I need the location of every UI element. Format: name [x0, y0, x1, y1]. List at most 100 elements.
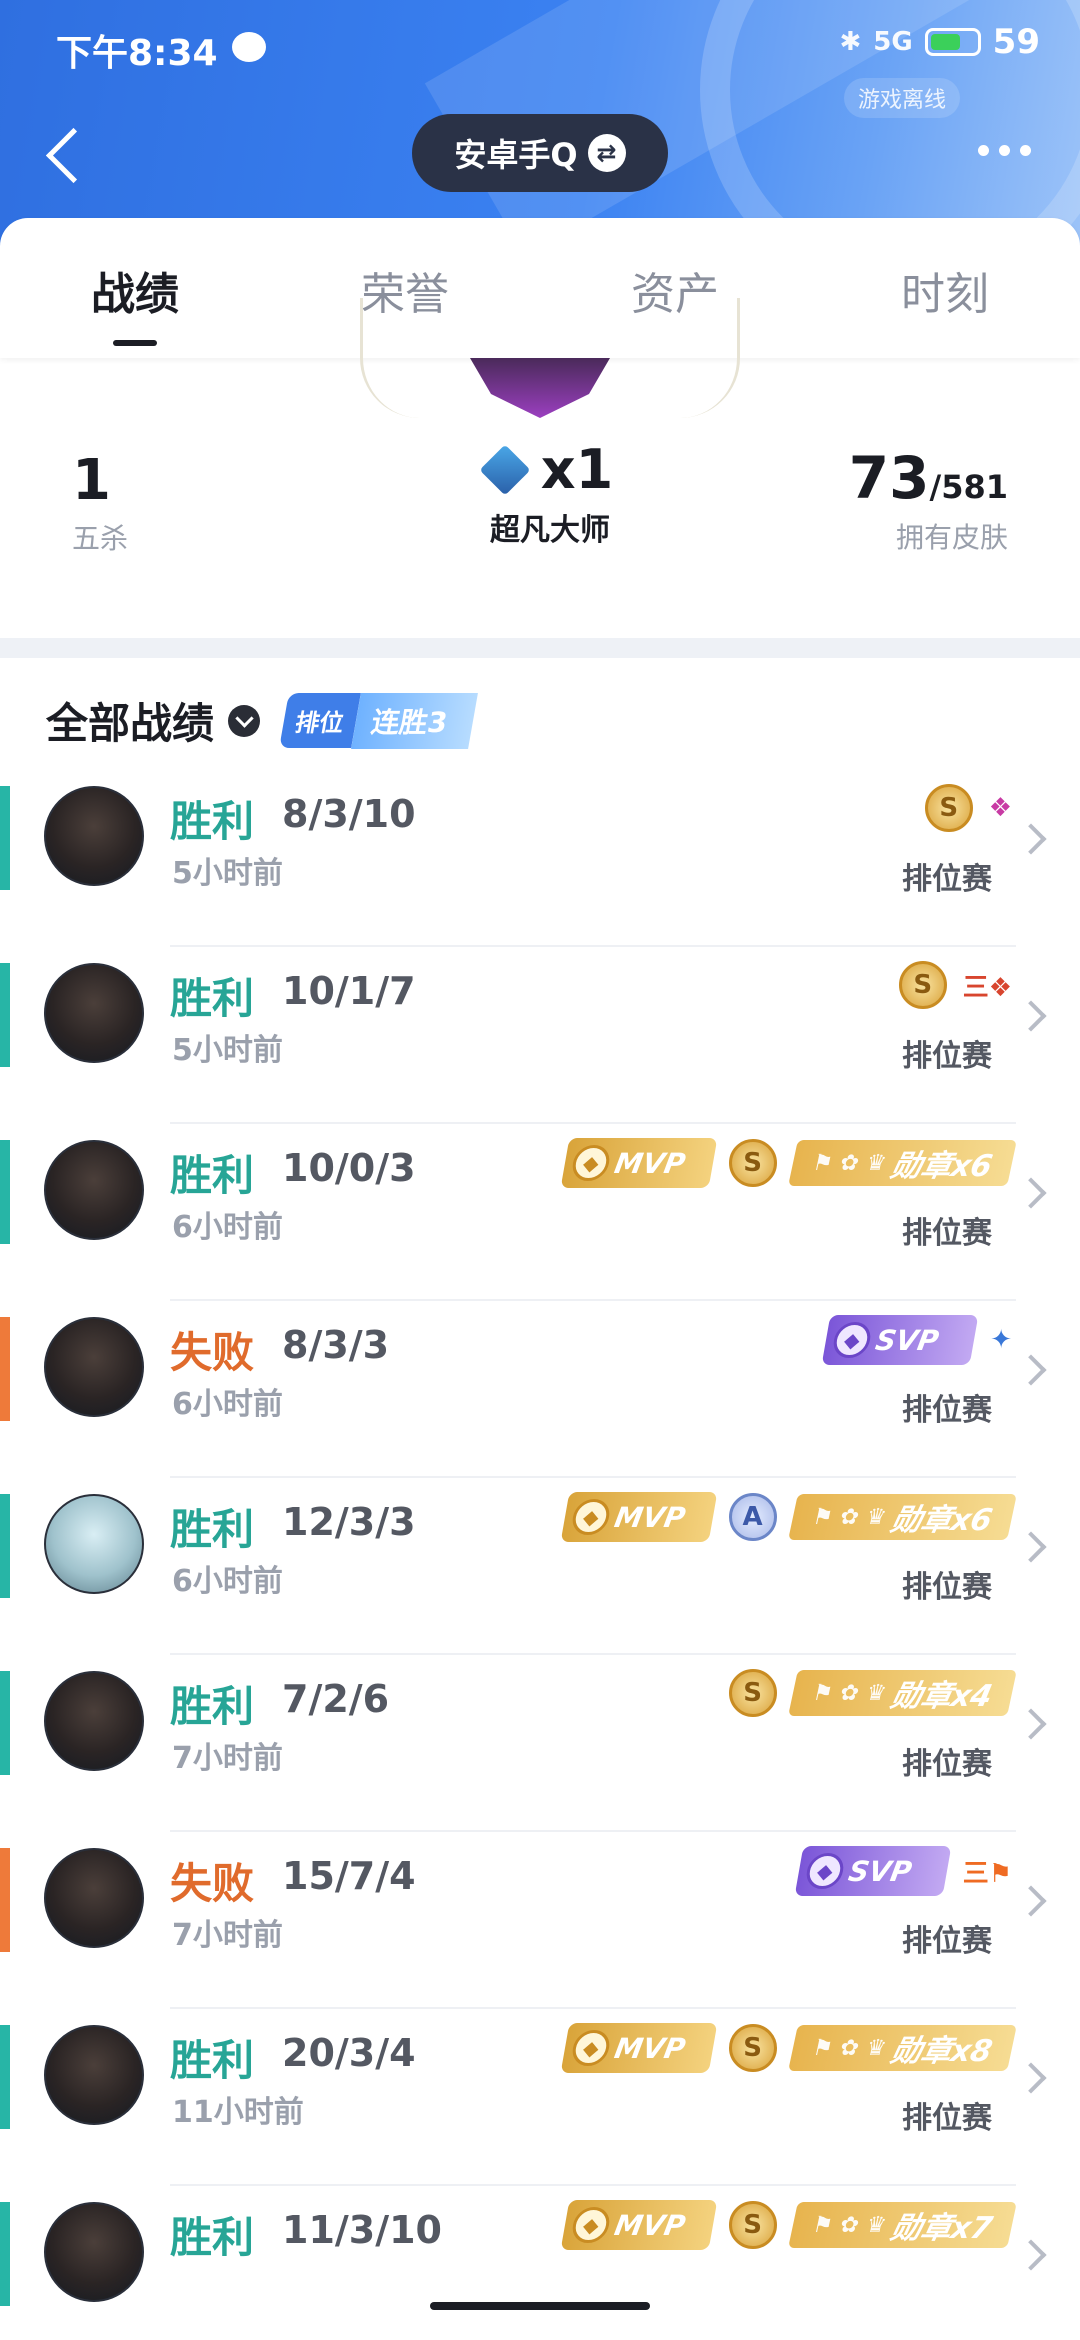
rank-emblem — [470, 358, 610, 418]
mvp-coin-icon: ◆ — [569, 2207, 612, 2243]
match-time: 11小时前 — [172, 2095, 304, 2130]
match-mode: 排位赛 — [902, 1393, 992, 1428]
tab-assets[interactable]: 资产 — [540, 218, 810, 358]
medal-badge: ⚑ ✿ ♛ 勋章x7 — [787, 2202, 1017, 2248]
hero-avatar — [44, 963, 144, 1063]
result-indicator-bar — [0, 1317, 10, 1421]
skins-stat[interactable]: 73/581 拥有皮肤 — [849, 444, 1008, 556]
result-indicator-bar — [0, 1671, 10, 1775]
svp-badge: ◆ SVP — [821, 1315, 979, 1365]
match-result: 胜利 — [170, 2213, 255, 2262]
svp-badge: ◆ SVP — [794, 1846, 952, 1896]
achievement-icon: ❖ — [988, 793, 1012, 823]
match-list: 胜利 8/3/10 5小时前 S ❖ 排位赛 胜利 10/1/7 5小时前 S 三❖… — [0, 770, 1080, 2340]
match-badges: ◆ MVP S ⚑ ✿ ♛ 勋章x7 — [560, 2200, 1017, 2250]
medal-badge: ⚑ ✿ ♛ 勋章x8 — [787, 2025, 1017, 2071]
result-indicator-bar — [0, 1140, 10, 1244]
hero-avatar — [44, 1317, 144, 1417]
grade-badge: A — [728, 1493, 777, 1541]
match-row[interactable]: 胜利 10/0/3 6小时前 ◆ MVP S ⚑ ✿ ♛ 勋章x6 排位赛 — [0, 1124, 1080, 1301]
mvp-badge: ◆ MVP — [560, 1492, 717, 1542]
mvp-badge: ◆ MVP — [560, 1138, 717, 1188]
back-button[interactable] — [40, 118, 100, 188]
grade-badge: S — [728, 2201, 777, 2249]
grade-badge: S — [728, 1139, 777, 1187]
match-kda: 12/3/3 — [282, 1500, 416, 1544]
more-options-button[interactable] — [964, 130, 1044, 170]
medal-badge: ⚑ ✿ ♛ 勋章x4 — [787, 1670, 1017, 1716]
mvp-coin-icon: ◆ — [569, 1145, 612, 1181]
mvp-coin-icon: ◆ — [569, 1499, 612, 1535]
match-row[interactable]: 胜利 12/3/3 6小时前 ◆ MVP A ⚑ ✿ ♛ 勋章x6 排位赛 — [0, 1478, 1080, 1655]
achievement-icon: 三❖ — [962, 972, 1012, 1003]
win-streak-badge: 排位 连胜3 — [279, 692, 479, 749]
result-indicator-bar — [0, 1848, 10, 1952]
tab-moments[interactable]: 时刻 — [810, 218, 1080, 358]
tab-records[interactable]: 战绩 — [0, 218, 270, 358]
match-row[interactable]: 胜利 11/3/10 ◆ MVP S ⚑ ✿ ♛ 勋章x7 — [0, 2186, 1080, 2340]
battery-icon — [924, 28, 981, 56]
frame-arc-right — [680, 298, 740, 418]
grade-badge: S — [728, 1669, 777, 1717]
account-switch-button[interactable]: 安卓手Q ⇄ — [412, 114, 668, 192]
rank-stat[interactable]: x1 超凡大师 — [479, 438, 620, 549]
match-time: 6小时前 — [172, 1210, 283, 1245]
medal-icons: ⚑ ✿ ♛ — [809, 2212, 889, 2238]
chevron-right-icon — [1015, 2062, 1047, 2094]
medal-icons: ⚑ ✿ ♛ — [809, 2035, 889, 2061]
match-mode: 排位赛 — [902, 2101, 992, 2136]
svp-coin-icon: ◆ — [803, 1853, 846, 1889]
penta-kill-stat: 1 五杀 — [72, 448, 129, 555]
match-row[interactable]: 胜利 20/3/4 11小时前 ◆ MVP S ⚑ ✿ ♛ 勋章x8 排位赛 — [0, 2009, 1080, 2186]
svp-coin-icon: ◆ — [831, 1322, 874, 1358]
match-badges: S ⚑ ✿ ♛ 勋章x4 — [728, 1669, 1017, 1717]
mvp-badge: ◆ MVP — [560, 2023, 717, 2073]
match-time: 6小时前 — [172, 1387, 283, 1422]
match-row[interactable]: 失败 8/3/3 6小时前 ◆ SVP ✦ 排位赛 — [0, 1301, 1080, 1478]
match-mode: 排位赛 — [902, 1924, 992, 1959]
chevron-right-icon — [1015, 1531, 1047, 1563]
match-badges: S ❖ — [924, 784, 1012, 832]
home-indicator[interactable] — [430, 2302, 650, 2310]
match-kda: 8/3/3 — [282, 1323, 390, 1367]
hero-avatar — [44, 1671, 144, 1771]
status-bar: 下午8:34 ✱ 5G 59 游戏离线 — [0, 0, 1080, 118]
result-indicator-bar — [0, 963, 10, 1067]
hero-avatar — [44, 1140, 144, 1240]
match-mode: 排位赛 — [902, 862, 992, 897]
records-filter[interactable]: 全部战绩 排位 连胜3 — [46, 690, 479, 751]
match-badges: ◆ MVP S ⚑ ✿ ♛ 勋章x8 — [560, 2023, 1017, 2073]
match-result: 胜利 — [170, 1505, 255, 1554]
chevron-right-icon — [1015, 823, 1047, 855]
match-result: 胜利 — [170, 1682, 255, 1731]
match-result: 胜利 — [170, 2036, 255, 2085]
medal-icons: ⚑ ✿ ♛ — [809, 1150, 889, 1176]
match-mode: 排位赛 — [902, 1570, 992, 1605]
battery-level: 59 — [992, 22, 1040, 62]
match-badges: ◆ SVP ✦ — [821, 1315, 1012, 1365]
match-result: 胜利 — [170, 797, 255, 846]
match-row[interactable]: 胜利 8/3/10 5小时前 S ❖ 排位赛 — [0, 770, 1080, 947]
match-result: 失败 — [170, 1328, 255, 1377]
chevron-right-icon — [1015, 1354, 1047, 1386]
records-title: 全部战绩 — [46, 699, 215, 748]
match-mode: 排位赛 — [902, 1216, 992, 1251]
achievement-icon: ✦ — [990, 1325, 1012, 1355]
chevron-right-icon — [1015, 2239, 1047, 2271]
tab-bar: 战绩 荣誉 资产 时刻 — [0, 218, 1080, 358]
status-indicators: ✱ 5G 59 — [839, 22, 1040, 62]
match-time: 7小时前 — [172, 1741, 283, 1776]
offline-status: 游戏离线 — [843, 78, 960, 118]
swap-icon: ⇄ — [587, 134, 626, 172]
match-row[interactable]: 胜利 7/2/6 7小时前 S ⚑ ✿ ♛ 勋章x4 排位赛 — [0, 1655, 1080, 1832]
match-time: 5小时前 — [172, 856, 283, 891]
match-row[interactable]: 胜利 10/1/7 5小时前 S 三❖ 排位赛 — [0, 947, 1080, 1124]
match-row[interactable]: 失败 15/7/4 7小时前 ◆ SVP 三⚑ 排位赛 — [0, 1832, 1080, 2009]
match-time: 7小时前 — [172, 1918, 283, 1953]
mvp-badge: ◆ MVP — [560, 2200, 717, 2250]
chevron-right-icon — [1015, 1708, 1047, 1740]
account-name: 安卓手Q — [454, 136, 578, 174]
match-kda: 15/7/4 — [282, 1854, 416, 1898]
match-badges: S 三❖ — [898, 961, 1012, 1009]
status-time: 下午8:34 — [56, 33, 218, 74]
